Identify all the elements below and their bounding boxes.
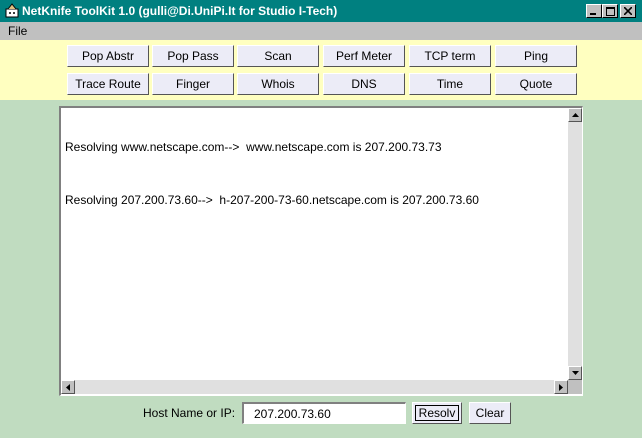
app-icon [5,3,19,18]
output-line: Resolving 207.200.73.60--> h-207-200-73-… [65,193,479,207]
scroll-down-button[interactable] [568,366,582,380]
maximize-button[interactable] [602,4,618,18]
scroll-left-button[interactable] [61,380,75,394]
scan-button[interactable]: Scan [237,45,319,67]
arrow-right-icon [559,383,563,391]
arrow-up-icon [571,113,579,117]
close-button[interactable] [620,4,636,18]
output-line: Resolving www.netscape.com--> www.netsca… [65,140,442,154]
minimize-button[interactable] [586,4,602,18]
menu-bar: File [0,22,642,40]
scrollbar-corner [568,380,582,394]
finger-button[interactable]: Finger [152,73,234,95]
tcp-term-button[interactable]: TCP term [409,45,491,67]
host-input[interactable] [242,402,406,424]
output-text: Resolving www.netscape.com--> www.netsca… [65,112,565,246]
quote-button[interactable]: Quote [495,73,577,95]
scroll-right-button[interactable] [554,380,568,394]
arrow-down-icon [571,371,579,375]
scroll-up-button[interactable] [568,108,582,122]
menu-file[interactable]: File [8,24,27,38]
host-label: Host Name or IP: [143,406,236,420]
resolve-button[interactable]: Resolv [412,402,462,424]
pop-abstr-button[interactable]: Pop Abstr [67,45,149,67]
window-title: NetKnife ToolKit 1.0 (gulli@Di.UniPi.It … [22,4,338,18]
tool-panel: Pop Abstr Pop Pass Scan Perf Meter TCP t… [0,40,642,100]
perf-meter-button[interactable]: Perf Meter [323,45,405,67]
ping-button[interactable]: Ping [495,45,577,67]
horizontal-scrollbar[interactable] [61,380,568,394]
minimize-icon [590,13,596,15]
output-textarea[interactable]: Resolving www.netscape.com--> www.netsca… [59,106,583,396]
maximize-icon [605,6,615,16]
dns-button[interactable]: DNS [323,73,405,95]
arrow-left-icon [66,383,70,391]
vertical-scrollbar[interactable] [568,108,582,380]
title-bar: NetKnife ToolKit 1.0 (gulli@Di.UniPi.It … [0,0,642,22]
trace-route-button[interactable]: Trace Route [67,73,149,95]
whois-button[interactable]: Whois [237,73,319,95]
clear-button[interactable]: Clear [469,402,511,424]
close-icon [624,7,632,15]
time-button[interactable]: Time [409,73,491,95]
pop-pass-button[interactable]: Pop Pass [152,45,234,67]
